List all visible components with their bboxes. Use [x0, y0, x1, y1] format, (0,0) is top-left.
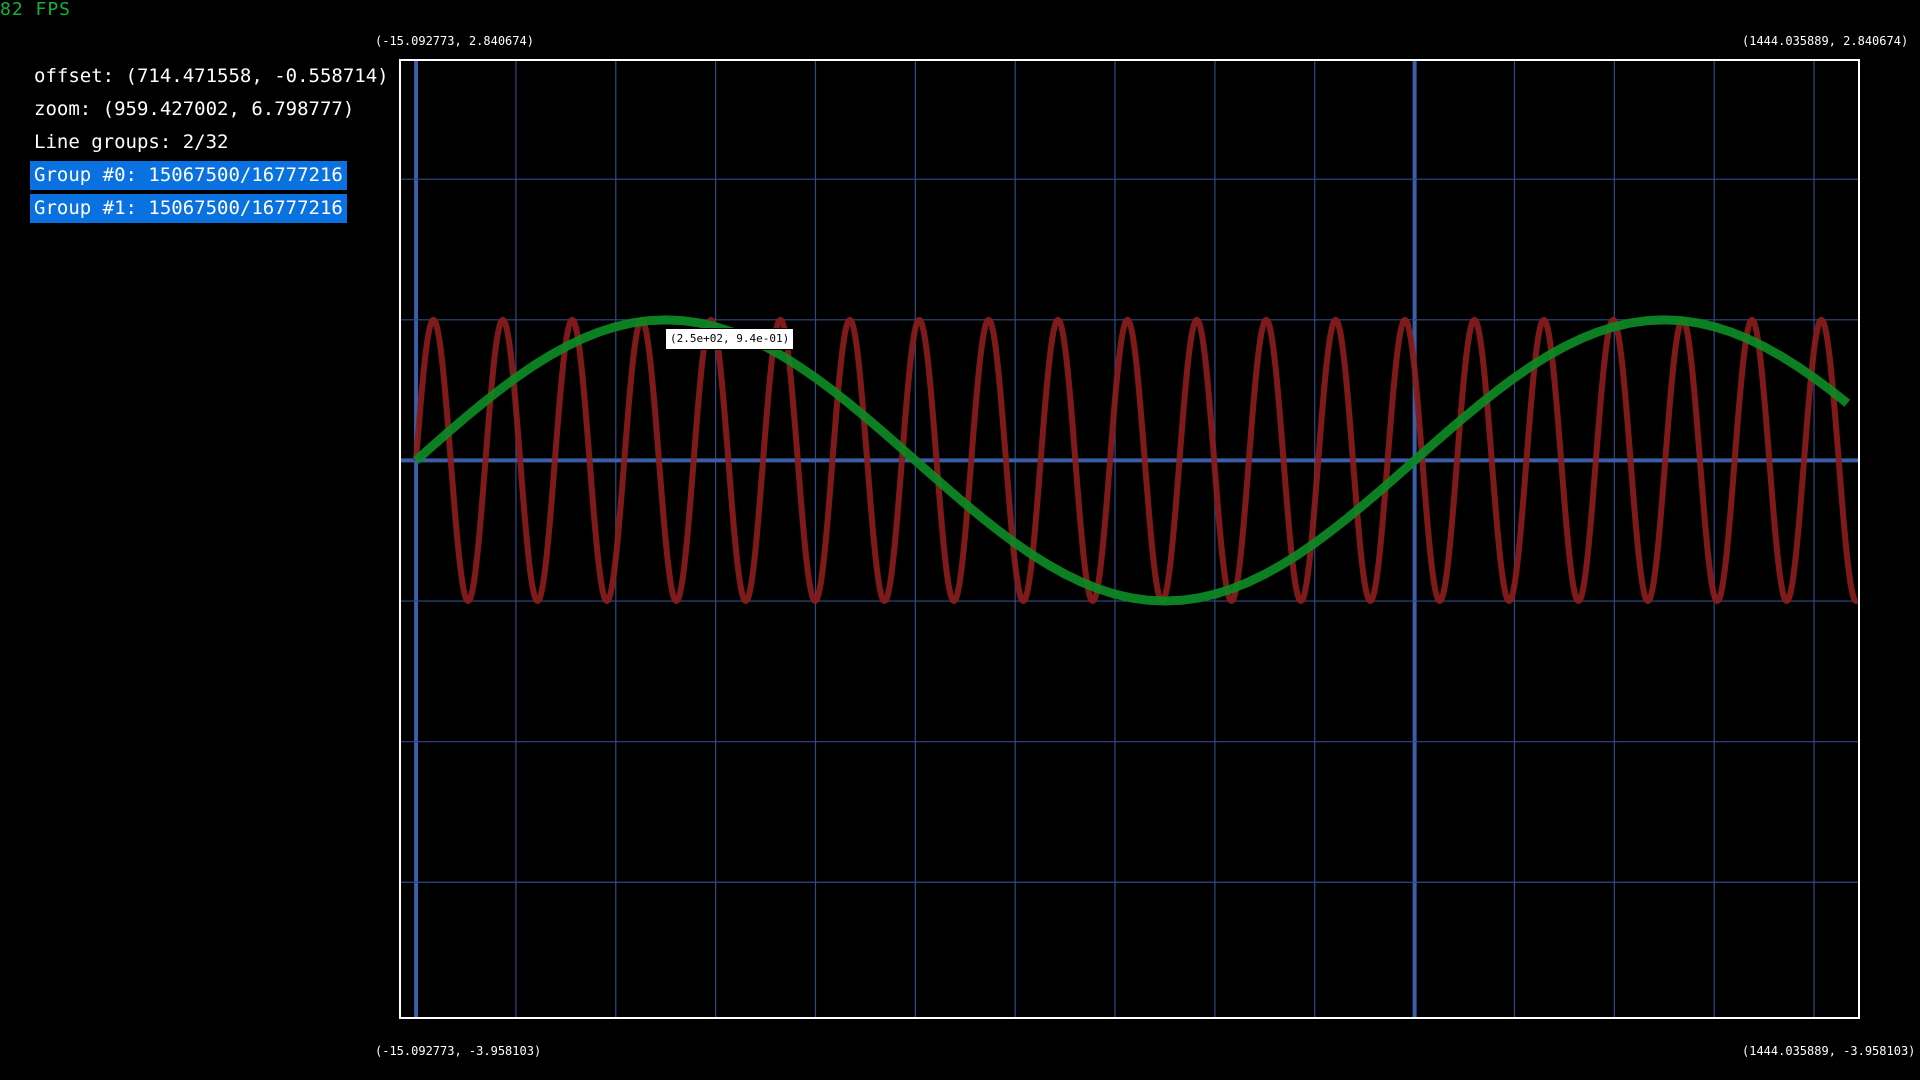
- group-item-0[interactable]: Group #0: 15067500/16777216: [30, 161, 347, 190]
- offset-readout: offset: (714.471558, -0.558714): [34, 65, 389, 87]
- corner-label-bottom-right: (1444.035889, -3.958103): [1742, 1044, 1916, 1058]
- plot-svg[interactable]: [401, 61, 1858, 1017]
- info-panel: offset: (714.471558, -0.558714) zoom: (9…: [30, 60, 389, 225]
- corner-label-top-right: (1444.035889, 2.840674): [1742, 34, 1909, 48]
- corner-label-bottom-left: (-15.092773, -3.958103): [375, 1044, 542, 1058]
- zoom-readout: zoom: (959.427002, 6.798777): [34, 98, 355, 120]
- group-item-1[interactable]: Group #1: 15067500/16777216: [30, 194, 347, 223]
- cursor-tooltip: (2.5e+02, 9.4e-01): [665, 328, 795, 350]
- corner-label-top-left: (-15.092773, 2.840674): [375, 34, 534, 48]
- line-groups-readout: Line groups: 2/32: [34, 131, 229, 153]
- group-list: Group #0: 15067500/16777216 Group #1: 15…: [30, 159, 389, 225]
- fps-counter: 82 FPS: [0, 0, 72, 20]
- plot-canvas[interactable]: [399, 59, 1860, 1019]
- app-window: 82 FPS offset: (714.471558, -0.558714) z…: [0, 0, 1920, 1080]
